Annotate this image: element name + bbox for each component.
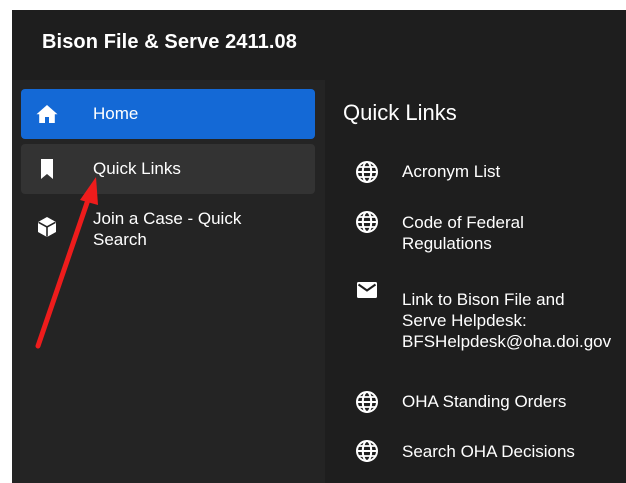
quick-link-label: Acronym List <box>402 162 501 181</box>
quick-links-panel: Quick Links Acronym List Code of Federal… <box>325 80 626 483</box>
sidebar-item-label: Quick Links <box>93 159 181 178</box>
page-title: Quick Links <box>343 100 457 125</box>
cube-icon <box>38 217 56 237</box>
globe-icon <box>356 391 378 413</box>
sidebar-item-quick-links[interactable]: Quick Links <box>21 144 315 194</box>
sidebar-item-join-case[interactable]: Join a Case - Quick Search <box>21 199 315 261</box>
bookmark-icon <box>41 159 53 179</box>
sidebar-item-label: Join a Case - Quick Search <box>93 209 242 249</box>
app-title: Bison File & Serve 2411.08 <box>42 31 297 53</box>
globe-icon <box>356 161 378 183</box>
app-window: Bison File & Serve 2411.08 Home Quick Li… <box>12 10 626 483</box>
quick-link-label: Link to Bison File and Serve Helpdesk: B… <box>402 290 612 351</box>
top-bar: Bison File & Serve 2411.08 <box>12 10 626 80</box>
quick-link-label: Search OHA Decisions <box>402 442 575 461</box>
sidebar-item-label: Home <box>93 104 139 123</box>
sidebar-item-home[interactable]: Home <box>21 89 315 139</box>
sidebar: Home Quick Links Join a Case - Quick Sea… <box>12 80 325 483</box>
mail-icon <box>357 282 377 298</box>
quick-link-label: OHA Standing Orders <box>402 392 567 411</box>
globe-icon <box>356 440 378 462</box>
home-icon <box>36 105 58 123</box>
globe-icon <box>356 211 378 233</box>
quick-link-label: Code of Federal Regulations <box>402 213 524 253</box>
